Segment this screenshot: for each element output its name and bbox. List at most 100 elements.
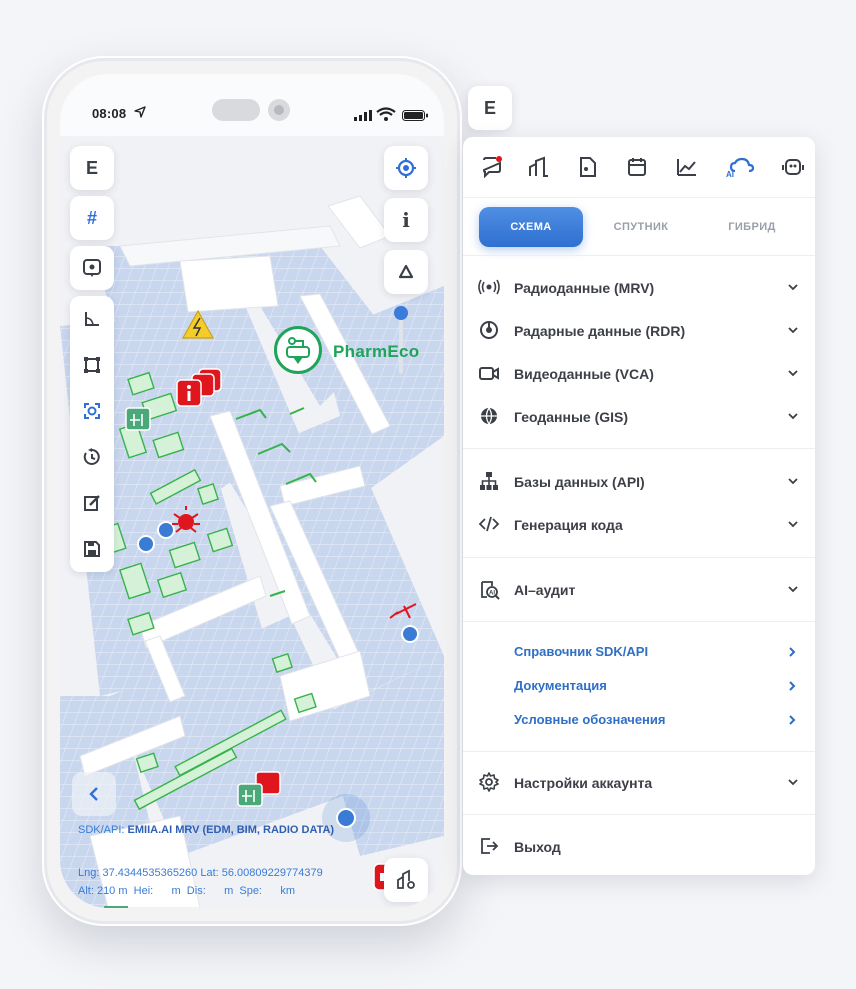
chat-alert-icon[interactable] [480,155,504,179]
menu-geo-data[interactable]: Геоданные (GIS) [463,395,815,438]
chevron-down-icon [788,478,798,485]
menu-exit-label: Выход [514,838,561,855]
phone-screen: 08:08 E # i PharmEco SDK/API: EMIIA.AI M… [60,74,444,908]
exit-sign-icon[interactable] [125,407,151,431]
link-legend-label: Условные обозначения [514,712,666,727]
chevron-right-icon [789,681,796,691]
robot-icon[interactable] [781,155,805,179]
location-button[interactable] [384,146,428,190]
chevron-down-icon [788,586,798,593]
history-button[interactable] [70,434,114,480]
sdk-prefix: SDK/API: [78,824,128,836]
save-floppy-icon [84,541,100,557]
history-clock-icon [83,448,100,465]
sdk-value: EMIIA.AI MRV (EDM, BIM, RADIO DATA) [127,824,335,836]
area-select-button[interactable] [70,342,114,388]
phone-frame: 08:08 E # i PharmEco SDK/API: EMIIA.AI M… [42,56,462,926]
chart-line-icon[interactable] [675,155,699,179]
chevron-down-icon [788,779,798,786]
signal-icon [354,110,372,121]
buildings-icon[interactable] [527,155,551,179]
tab-hybrid[interactable]: ГИБРИД [700,207,804,247]
link-documentation-label: Документация [514,678,607,693]
exit-sign-icon[interactable] [104,906,128,908]
facility-map[interactable]: E # i PharmEco SDK/API: EMIIA.AI MRV (ED… [60,136,444,908]
factory-robot-icon [286,337,310,364]
tab-satellite[interactable]: СПУТНИК [589,207,693,247]
battery-icon [402,110,428,121]
menu-ai-audit[interactable]: AI AI–аудит [463,568,815,611]
link-documentation[interactable]: Документация [463,669,815,703]
chevron-right-icon [789,715,796,725]
ruler-angle-icon [85,312,99,326]
tab-satellite-label: СПУТНИК [613,221,669,233]
edit-button[interactable] [70,480,114,526]
map-pin-square-icon [83,259,101,277]
chevron-left-icon [89,787,98,801]
chevron-down-icon [788,327,798,334]
tab-hybrid-label: ГИБРИД [728,221,776,233]
save-button[interactable] [70,526,114,572]
tool-group [70,296,114,572]
ai-cloud-icon[interactable]: AI [725,155,755,179]
menu-databases[interactable]: Базы данных (API) [463,460,815,503]
menu-video-data-label: Видеоданные (VCA) [514,365,654,382]
ai-audit-icon: AI [481,581,500,600]
compass-arrow-icon [398,264,414,279]
layers-settings-button[interactable] [384,858,428,902]
chevron-down-icon [788,413,798,420]
svg-text:AI: AI [489,591,495,597]
globe-icon [481,407,497,425]
focus-button[interactable] [70,388,114,434]
chevron-right-icon [789,647,796,657]
calendar-icon[interactable] [625,155,649,179]
menu-geo-data-label: Геоданные (GIS) [514,408,629,425]
link-legend[interactable]: Условные обозначения [463,703,815,737]
gps-target-icon [396,158,416,178]
logout-icon [481,838,499,854]
focus-target-icon [84,403,100,419]
menu-radar-data-label: Радарные данные (RDR) [514,322,686,339]
measure-angle-button[interactable] [70,296,114,342]
area-frame-icon [84,357,100,373]
menu-code-generation-label: Генерация кода [514,516,623,533]
side-menu-panel: AI СХЕМА СПУТНИК ГИБРИД Радиоданные (MRV… [463,137,815,875]
radar-icon [480,321,498,339]
collapse-back-button[interactable] [72,772,116,816]
svg-text:AI: AI [726,170,734,179]
zoom-slider-handle[interactable] [394,306,408,320]
radio-icon [478,279,500,295]
menu-account-settings[interactable]: Настройки аккаунта [463,761,815,804]
menu-ai-audit-label: AI–аудит [514,581,576,598]
pharmeco-logo [274,326,322,374]
file-icon[interactable] [576,155,600,179]
panel-icon-row: AI [463,137,815,198]
front-camera [268,99,290,121]
panel-mode-e-button[interactable]: E [468,86,512,130]
chevron-down-icon [788,284,798,291]
menu-databases-label: Базы данных (API) [514,473,645,490]
menu-radio-data-label: Радиоданные (MRV) [514,279,655,296]
chevron-down-icon [788,370,798,377]
edit-pencil-icon [84,495,100,511]
link-sdk-reference[interactable]: Справочник SDK/API [463,635,815,669]
status-bar: 08:08 [60,74,444,136]
poi-button[interactable] [70,246,114,290]
grid-button[interactable]: # [70,196,114,240]
menu-exit[interactable]: Выход [463,825,815,868]
building-gear-icon [397,869,415,889]
coords-line-2: Alt: 210 m Hei: m Dis: m Spe: km [78,885,295,897]
menu-code-generation[interactable]: Генерация кода [463,503,815,546]
info-button[interactable]: i [384,198,428,242]
map-mode-tabs: СХЕМА СПУТНИК ГИБРИД [479,207,799,247]
tab-scheme[interactable]: СХЕМА [479,207,583,247]
company-name: PharmEco [333,342,420,361]
menu-radio-data[interactable]: Радиоданные (MRV) [463,266,815,309]
location-arrow-icon [134,106,146,118]
menu-video-data[interactable]: Видеоданные (VCA) [463,352,815,395]
gear-icon [479,772,499,792]
north-button[interactable] [384,250,428,294]
info-icon: i [402,208,410,232]
menu-radar-data[interactable]: Радарные данные (RDR) [463,309,815,352]
mode-e-button[interactable]: E [70,146,114,190]
